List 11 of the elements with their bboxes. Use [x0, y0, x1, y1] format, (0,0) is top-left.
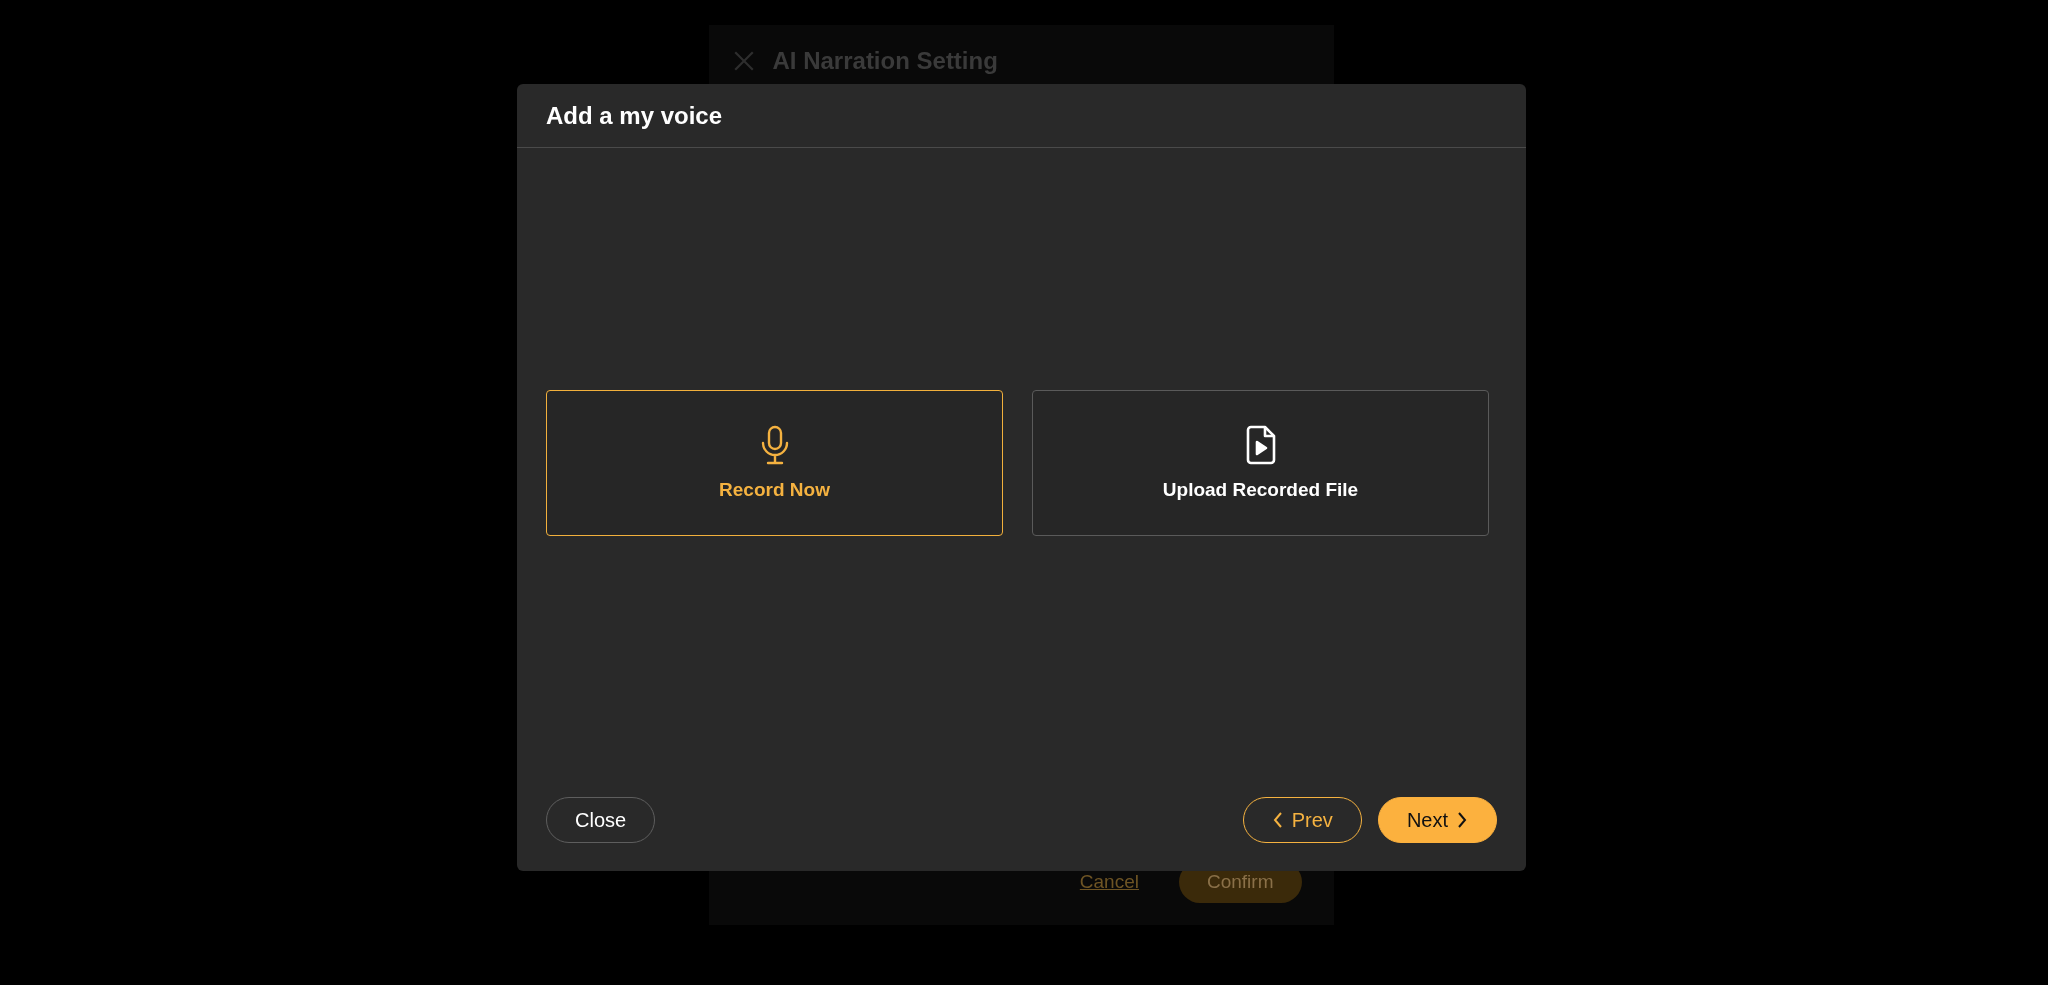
- chevron-right-icon: [1456, 811, 1468, 829]
- option-card[interactable]: Upload Recorded File: [1032, 389, 1489, 536]
- microphone-icon: [759, 424, 790, 465]
- option-card[interactable]: Record Now: [546, 389, 1003, 536]
- next-button[interactable]: Next: [1377, 797, 1497, 843]
- dialog-title: Add a my voice: [546, 101, 723, 130]
- chevron-left-icon: [1271, 811, 1284, 829]
- close-icon[interactable]: [732, 50, 755, 72]
- prev-button[interactable]: Prev: [1242, 797, 1362, 843]
- play-file-icon: [1244, 424, 1277, 465]
- close-button[interactable]: Close: [546, 797, 656, 843]
